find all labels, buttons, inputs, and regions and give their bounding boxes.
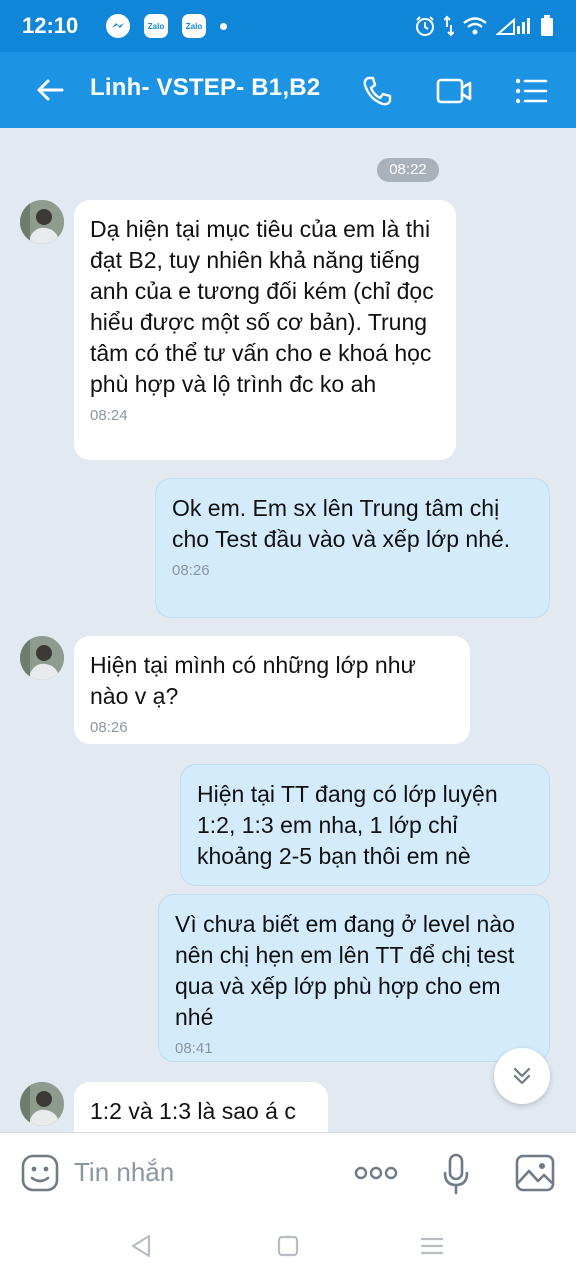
message-text: Hiện tại mình có những lớp như nào v ạ?	[90, 652, 416, 709]
wifi-icon	[463, 17, 487, 35]
zalo-icon: Zalo	[182, 14, 206, 38]
message-text: Dạ hiện tại mục tiêu của em là thi đạt B…	[90, 216, 434, 397]
notification-dot-icon	[220, 22, 227, 30]
message-text: Ok em. Em sx lên Trung tâm chị cho Test …	[172, 495, 511, 552]
battery-icon	[541, 15, 553, 36]
avatar[interactable]	[20, 200, 64, 244]
message-bubble-incoming[interactable]: Dạ hiện tại mục tiêu của em là thi đạt B…	[74, 200, 456, 460]
message-input-bar: Tin nhắn	[0, 1132, 576, 1212]
scroll-down-button[interactable]	[494, 1048, 550, 1104]
message-time: 08:41	[175, 1040, 213, 1057]
phone-icon[interactable]	[360, 74, 394, 108]
zalo-icon: Zalo	[144, 14, 168, 38]
system-nav-bar	[0, 1212, 576, 1280]
message-time: 08:26	[90, 719, 128, 736]
message-bubble-outgoing[interactable]: Hiện tại TT đang có lớp luyện 1:2, 1:3 e…	[180, 764, 550, 886]
nav-recents-icon[interactable]	[420, 1236, 444, 1256]
more-icon[interactable]	[354, 1163, 398, 1183]
video-call-icon[interactable]	[436, 74, 472, 108]
message-time: 08:24	[90, 407, 128, 424]
message-text: 1:2 và 1:3 là sao á c	[90, 1098, 296, 1124]
nav-home-icon[interactable]	[277, 1235, 299, 1257]
double-chevron-down-icon	[513, 1067, 531, 1085]
messenger-icon	[106, 14, 130, 38]
time-divider: 08:22	[377, 158, 439, 182]
nav-back-icon[interactable]	[130, 1234, 152, 1258]
back-arrow-icon[interactable]	[34, 74, 66, 106]
status-bar: 12:10 Zalo Zalo	[0, 0, 576, 52]
microphone-icon[interactable]	[442, 1153, 470, 1195]
message-time: 08:26	[172, 562, 210, 579]
message-list[interactable]: 08:22 Dạ hiện tại mục tiêu của em là thi…	[0, 128, 576, 1132]
message-bubble-incoming[interactable]: Hiện tại mình có những lớp như nào v ạ? …	[74, 636, 470, 744]
message-text: Hiện tại TT đang có lớp luyện 1:2, 1:3 e…	[197, 781, 498, 869]
data-arrows-icon	[444, 15, 454, 37]
message-input[interactable]: Tin nhắn	[74, 1157, 174, 1188]
message-bubble-outgoing[interactable]: Ok em. Em sx lên Trung tâm chị cho Test …	[155, 478, 550, 618]
message-bubble-outgoing[interactable]: Vì chưa biết em đang ở level nào nên chị…	[158, 894, 550, 1062]
conversation-title[interactable]: Linh- VSTEP- B1,B2	[90, 74, 320, 102]
image-icon[interactable]	[514, 1153, 556, 1193]
chat-header: Linh- VSTEP- B1,B2	[0, 52, 576, 128]
menu-icon[interactable]	[514, 74, 548, 108]
avatar[interactable]	[20, 636, 64, 680]
message-text: Vì chưa biết em đang ở level nào nên chị…	[175, 911, 515, 1030]
sticker-icon[interactable]	[20, 1153, 60, 1193]
message-bubble-incoming[interactable]: 1:2 và 1:3 là sao á c	[74, 1082, 328, 1132]
alarm-icon	[416, 16, 434, 36]
signal-icon	[496, 17, 530, 35]
status-time: 12:10	[22, 13, 79, 38]
avatar[interactable]	[20, 1082, 64, 1126]
